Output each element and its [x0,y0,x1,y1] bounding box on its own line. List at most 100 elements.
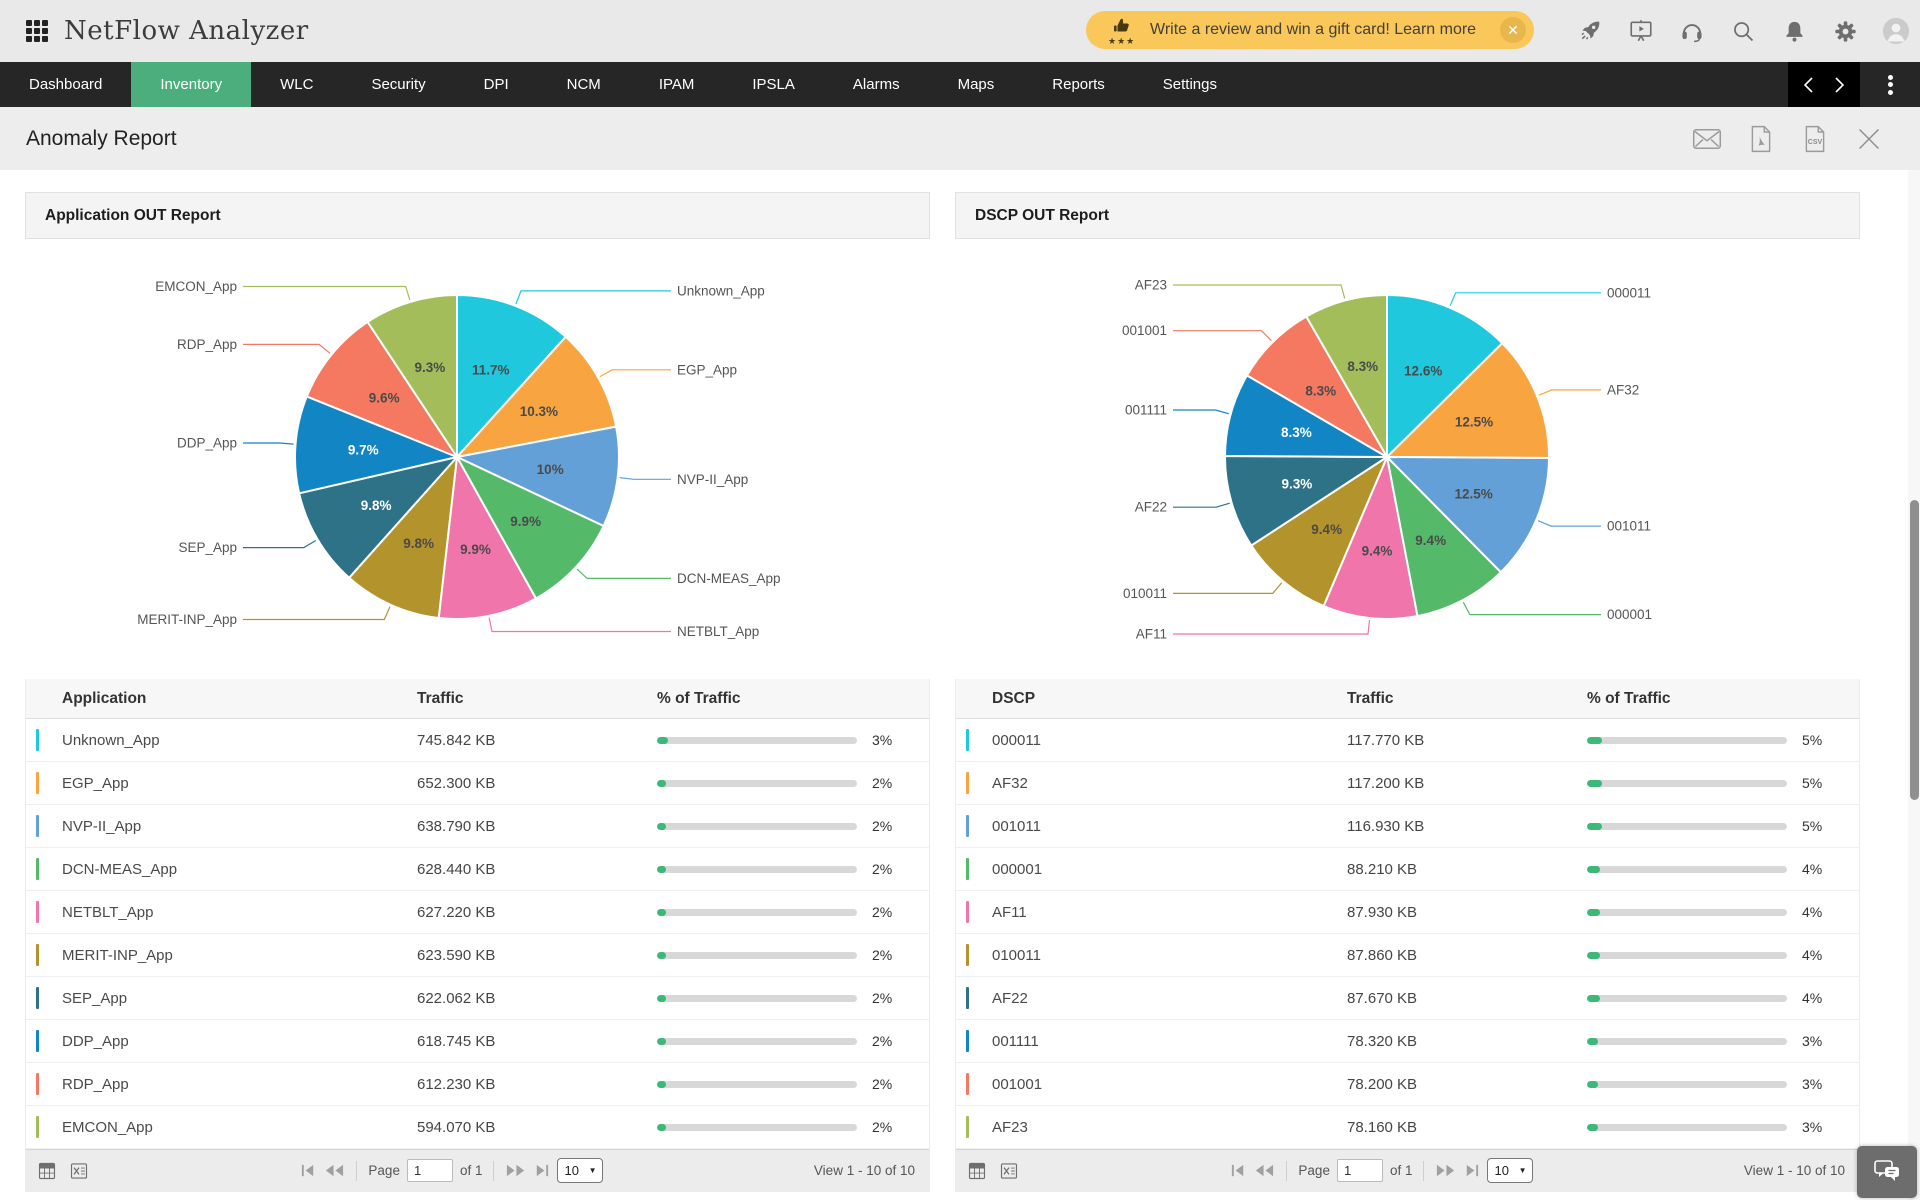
bell-icon[interactable] [1780,17,1808,45]
close-icon[interactable] [1854,124,1884,154]
row-traffic: 594.070 KB [417,1119,657,1136]
tab-maps[interactable]: Maps [929,62,1024,107]
slice-percent-label: 9.7% [348,443,379,458]
traffic-bar-track [1587,737,1787,744]
slice-callout-label: AF32 [1607,382,1639,397]
chevron-right-icon[interactable] [1833,75,1846,95]
table-body: 000011117.770 KB5%AF32117.200 KB5%001011… [956,719,1859,1149]
row-name: AF32 [992,775,1347,792]
table-row: Unknown_App745.842 KB 3% [26,719,929,762]
first-page-icon[interactable] [300,1163,317,1178]
tab-ncm[interactable]: NCM [538,62,630,107]
email-icon[interactable] [1692,124,1722,154]
table-header: DSCP Traffic % of Traffic [956,679,1859,719]
table-row: AF2378.160 KB3% [956,1106,1859,1149]
chat-feedback-button[interactable] [1857,1146,1917,1198]
page-number-input[interactable] [407,1159,453,1182]
traffic-bar-track [657,737,857,744]
traffic-bar: 3% [657,732,929,748]
tab-dashboard[interactable]: Dashboard [0,62,131,107]
table-row: DDP_App618.745 KB2% [26,1020,929,1063]
table-export-icon[interactable] [966,1160,988,1182]
traffic-bar-fill [1587,909,1600,916]
review-banner-text[interactable]: Write a review and win a gift card! Lear… [1150,21,1500,39]
page-number-input[interactable] [1337,1159,1383,1182]
rocket-icon[interactable] [1576,17,1604,45]
apps-grid-icon[interactable] [26,20,48,42]
row-color-tick [36,772,39,794]
prev-page-icon[interactable] [1254,1163,1275,1178]
csv-icon[interactable]: CSV [1800,124,1830,154]
col-header: % of Traffic [657,690,929,708]
traffic-bar-fill [1587,1124,1598,1131]
row-name: Unknown_App [62,732,417,749]
prev-page-icon[interactable] [324,1163,345,1178]
next-page-icon[interactable] [505,1163,526,1178]
page-of-label: of 1 [1390,1163,1413,1178]
tab-inventory[interactable]: Inventory [131,62,251,107]
row-color-tick [966,772,969,794]
row-name: EGP_App [62,775,417,792]
traffic-bar-fill [657,952,666,959]
slice-percent-label: 9.6% [369,391,400,406]
slice-callout-line [620,478,671,480]
pdf-icon[interactable] [1746,124,1776,154]
excel-export-icon[interactable] [998,1160,1020,1182]
tab-ipsla[interactable]: IPSLA [723,62,824,107]
slice-callout-line [1450,293,1601,306]
row-name: DDP_App [62,1033,417,1050]
page-size-select[interactable]: 10▼ [557,1158,603,1183]
gear-icon[interactable] [1831,17,1859,45]
tab-dpi[interactable]: DPI [455,62,538,107]
report-content: Application OUT Report 11.7%Unknown_App1… [0,170,1920,1192]
table-row: RDP_App612.230 KB2% [26,1063,929,1106]
row-traffic: 623.590 KB [417,947,657,964]
nav-right [1788,62,1920,107]
next-page-icon[interactable] [1435,1163,1456,1178]
slice-callout-line [243,607,390,620]
app-title: NetFlow Analyzer [64,16,309,46]
slice-percent-label: 8.3% [1281,425,1312,440]
slice-percent-label: 10.3% [520,404,558,419]
table-footer: Page of 1 10▼ View 1 - 10 of 10 [956,1149,1859,1191]
page-label: Page [1298,1163,1330,1178]
last-page-icon[interactable] [1463,1163,1480,1178]
banner-close-icon[interactable]: ✕ [1500,17,1526,43]
tab-settings[interactable]: Settings [1134,62,1246,107]
page-scrollbar[interactable] [1908,170,1920,1200]
row-name: AF11 [992,904,1347,921]
tab-alarms[interactable]: Alarms [824,62,929,107]
panel-title: DSCP OUT Report [975,207,1109,225]
slice-callout-line [243,287,410,301]
presentation-icon[interactable] [1627,17,1655,45]
search-icon[interactable] [1729,17,1757,45]
slice-callout-label: AF22 [1135,500,1167,515]
row-percent: 3% [872,732,892,748]
page-size-select[interactable]: 10▼ [1487,1158,1533,1183]
tab-reports[interactable]: Reports [1023,62,1134,107]
excel-export-icon[interactable] [68,1160,90,1182]
chevron-down-icon: ▼ [1519,1166,1527,1175]
table-row: AF2287.670 KB4% [956,977,1859,1020]
review-banner[interactable]: ★★★ Write a review and win a gift card! … [1086,11,1534,49]
table-row: 00100178.200 KB3% [956,1063,1859,1106]
tab-ipam[interactable]: IPAM [630,62,724,107]
tab-security[interactable]: Security [342,62,454,107]
slice-percent-label: 10% [537,462,564,477]
table-row: 01001187.860 KB4% [956,934,1859,977]
kebab-menu-icon[interactable] [1860,62,1920,107]
row-traffic: 117.770 KB [1347,732,1587,749]
first-page-icon[interactable] [1230,1163,1247,1178]
row-color-tick [36,858,39,880]
chevron-left-icon[interactable] [1802,75,1815,95]
tab-wlc[interactable]: WLC [251,62,342,107]
row-traffic: 745.842 KB [417,732,657,749]
table-export-icon[interactable] [36,1160,58,1182]
app-header: NetFlow Analyzer ★★★ Write a review and … [0,0,1920,62]
avatar[interactable] [1882,17,1910,45]
last-page-icon[interactable] [533,1163,550,1178]
traffic-bar: 2% [657,1033,929,1049]
headset-icon[interactable] [1678,17,1706,45]
scrollbar-thumb[interactable] [1910,500,1919,800]
row-traffic: 117.200 KB [1347,775,1587,792]
